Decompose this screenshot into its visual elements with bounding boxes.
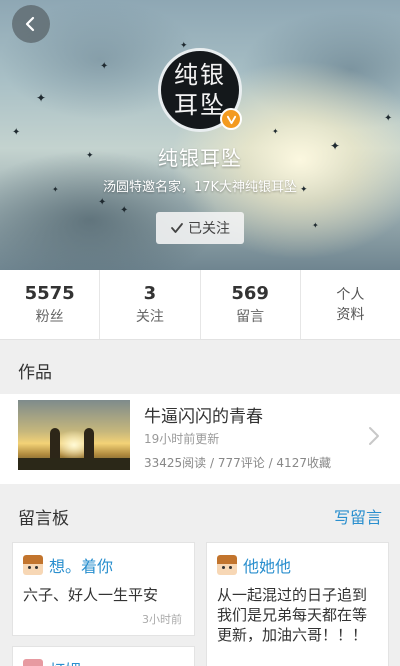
user-name: 纯银耳坠 <box>158 146 242 170</box>
bird-decoration: ✦ <box>312 221 319 230</box>
message-header: 他她他 <box>207 543 388 577</box>
bird-decoration: ✦ <box>36 91 47 105</box>
message-user[interactable]: 灯娌 <box>49 657 81 666</box>
stat-following[interactable]: 3 关注 <box>100 270 201 339</box>
message-time: 3小时前 <box>142 613 182 626</box>
bird-decoration: ✦ <box>272 127 279 136</box>
profile-link[interactable]: 个人 资料 <box>301 270 400 339</box>
message-header: 灯娌 <box>13 647 194 666</box>
user-bio: 汤圆特邀名家，17K大神纯银耳坠 <box>102 180 298 195</box>
board-title: 留言板 <box>18 508 69 529</box>
check-icon <box>171 223 183 233</box>
works-section-title: 作品 <box>0 346 400 394</box>
message-user[interactable]: 想。着你 <box>49 553 113 577</box>
stat-fans[interactable]: 5575 粉丝 <box>0 270 101 339</box>
work-cover-image <box>18 400 130 470</box>
write-message-button[interactable]: 写留言 <box>334 504 382 528</box>
profile-link-line1: 个人 <box>336 286 365 303</box>
back-button[interactable] <box>12 5 50 43</box>
works-title: 作品 <box>18 362 52 383</box>
cover-figure <box>84 428 94 462</box>
board-section-header: 留言板 写留言 <box>0 492 400 540</box>
chevron-right-icon <box>369 427 379 445</box>
message-text: 六子、好人一生平安 <box>23 586 159 604</box>
follow-label: 已关注 <box>188 221 230 237</box>
stat-value: 569 <box>231 283 269 304</box>
message-card[interactable]: 灯娌 <box>12 646 195 666</box>
profile-header: ✦ ✦ ✦ ✦ ✦ ✦ ✦ ✦ ✦ ✦ ✦ ✦ ✦ 纯银耳坠 纯银耳坠 汤圆特邀… <box>0 0 400 270</box>
user-avatar[interactable] <box>217 555 237 575</box>
back-arrow-icon <box>25 16 35 32</box>
work-updated: 19小时前更新 <box>144 432 220 446</box>
bird-decoration: ✦ <box>98 197 107 208</box>
bird-decoration: ✦ <box>384 113 393 124</box>
stats-bar: 5575 粉丝 3 关注 569 留言 个人 资料 <box>0 270 400 340</box>
message-board: 想。着你 六子、好人一生平安 3小时前 他她他 从一起混过的日子追到我们是兄弟每… <box>0 540 400 666</box>
message-card[interactable]: 想。着你 六子、好人一生平安 3小时前 <box>12 542 195 636</box>
work-item[interactable]: 牛逼闪闪的青春 19小时前更新 33425阅读 / 777评论 / 4127收藏 <box>0 394 400 484</box>
stat-label: 留言 <box>236 309 265 325</box>
work-stats: 33425阅读 / 777评论 / 4127收藏 <box>144 456 331 470</box>
cover-ground <box>18 458 130 470</box>
message-user[interactable]: 他她他 <box>243 553 291 577</box>
cover-figure <box>50 428 60 462</box>
bird-decoration: ✦ <box>12 127 21 138</box>
stat-messages[interactable]: 569 留言 <box>201 270 301 339</box>
work-title: 牛逼闪闪的青春 <box>144 407 263 427</box>
stat-label: 粉丝 <box>35 309 64 325</box>
bird-decoration: ✦ <box>100 61 109 72</box>
stat-value: 3 <box>143 283 157 304</box>
stat-label: 关注 <box>135 309 164 325</box>
stat-value: 5575 <box>24 283 75 304</box>
bird-decoration: ✦ <box>120 205 129 216</box>
message-text: 从一起混过的日子追到我们是兄弟每天都在等更新，加油六哥！！！ <box>217 586 368 644</box>
message-header: 想。着你 <box>13 543 194 577</box>
follow-button[interactable]: 已关注 <box>156 212 244 244</box>
verified-v-icon <box>220 108 242 130</box>
message-card[interactable]: 他她他 从一起混过的日子追到我们是兄弟每天都在等更新，加油六哥！！！ <box>206 542 389 666</box>
user-avatar[interactable] <box>23 659 43 666</box>
profile-link-line2: 资料 <box>336 306 365 323</box>
user-avatar[interactable] <box>23 555 43 575</box>
